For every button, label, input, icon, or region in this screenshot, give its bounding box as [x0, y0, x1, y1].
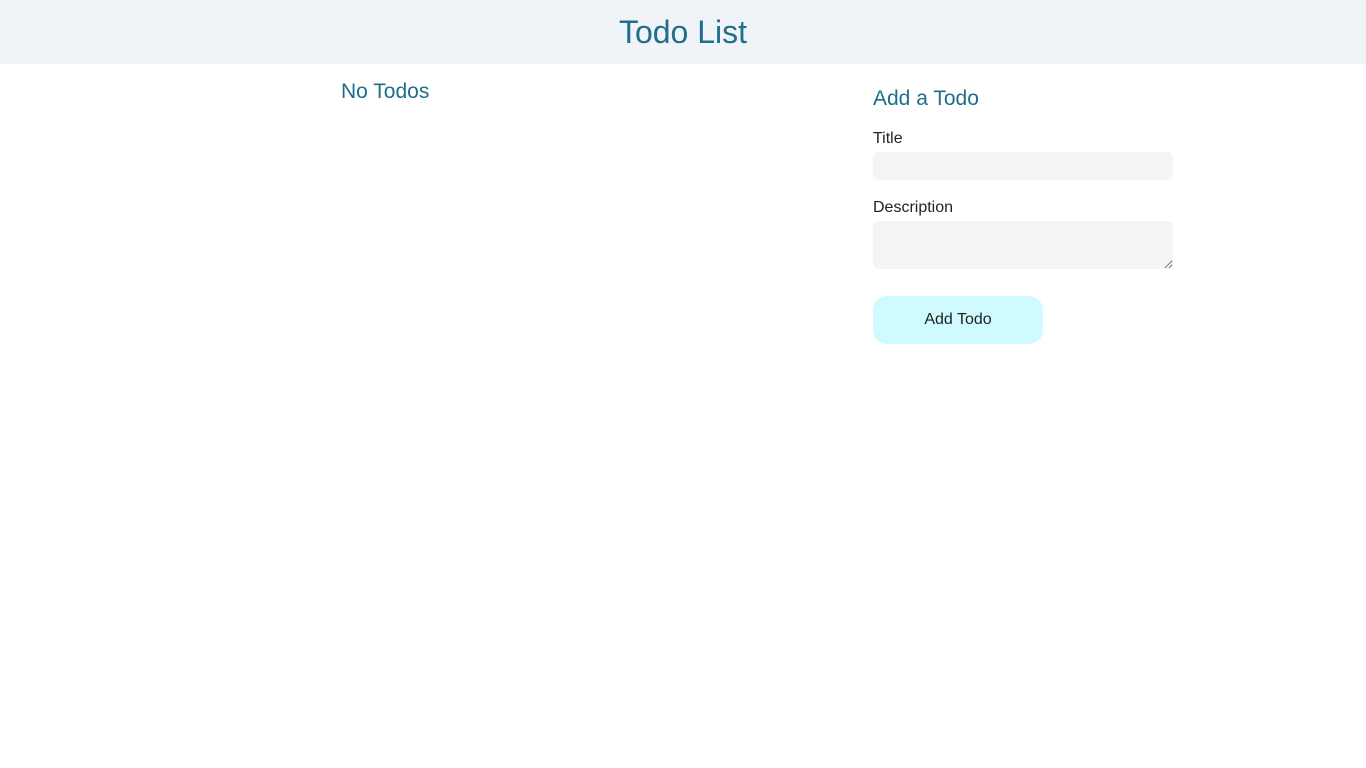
- description-textarea[interactable]: [873, 221, 1173, 269]
- add-todo-button[interactable]: Add Todo: [873, 296, 1043, 344]
- page-title: Todo List: [618, 14, 748, 50]
- app-header: Todo List: [0, 0, 1366, 64]
- description-label: Description: [873, 199, 954, 216]
- title-label: Title: [873, 130, 903, 147]
- form-heading: Add a Todo: [873, 87, 979, 110]
- add-todo-form: Add a Todo Title Description Add Todo: [873, 84, 1173, 344]
- title-input[interactable]: [873, 152, 1173, 180]
- empty-todos-message: No Todos: [341, 80, 430, 103]
